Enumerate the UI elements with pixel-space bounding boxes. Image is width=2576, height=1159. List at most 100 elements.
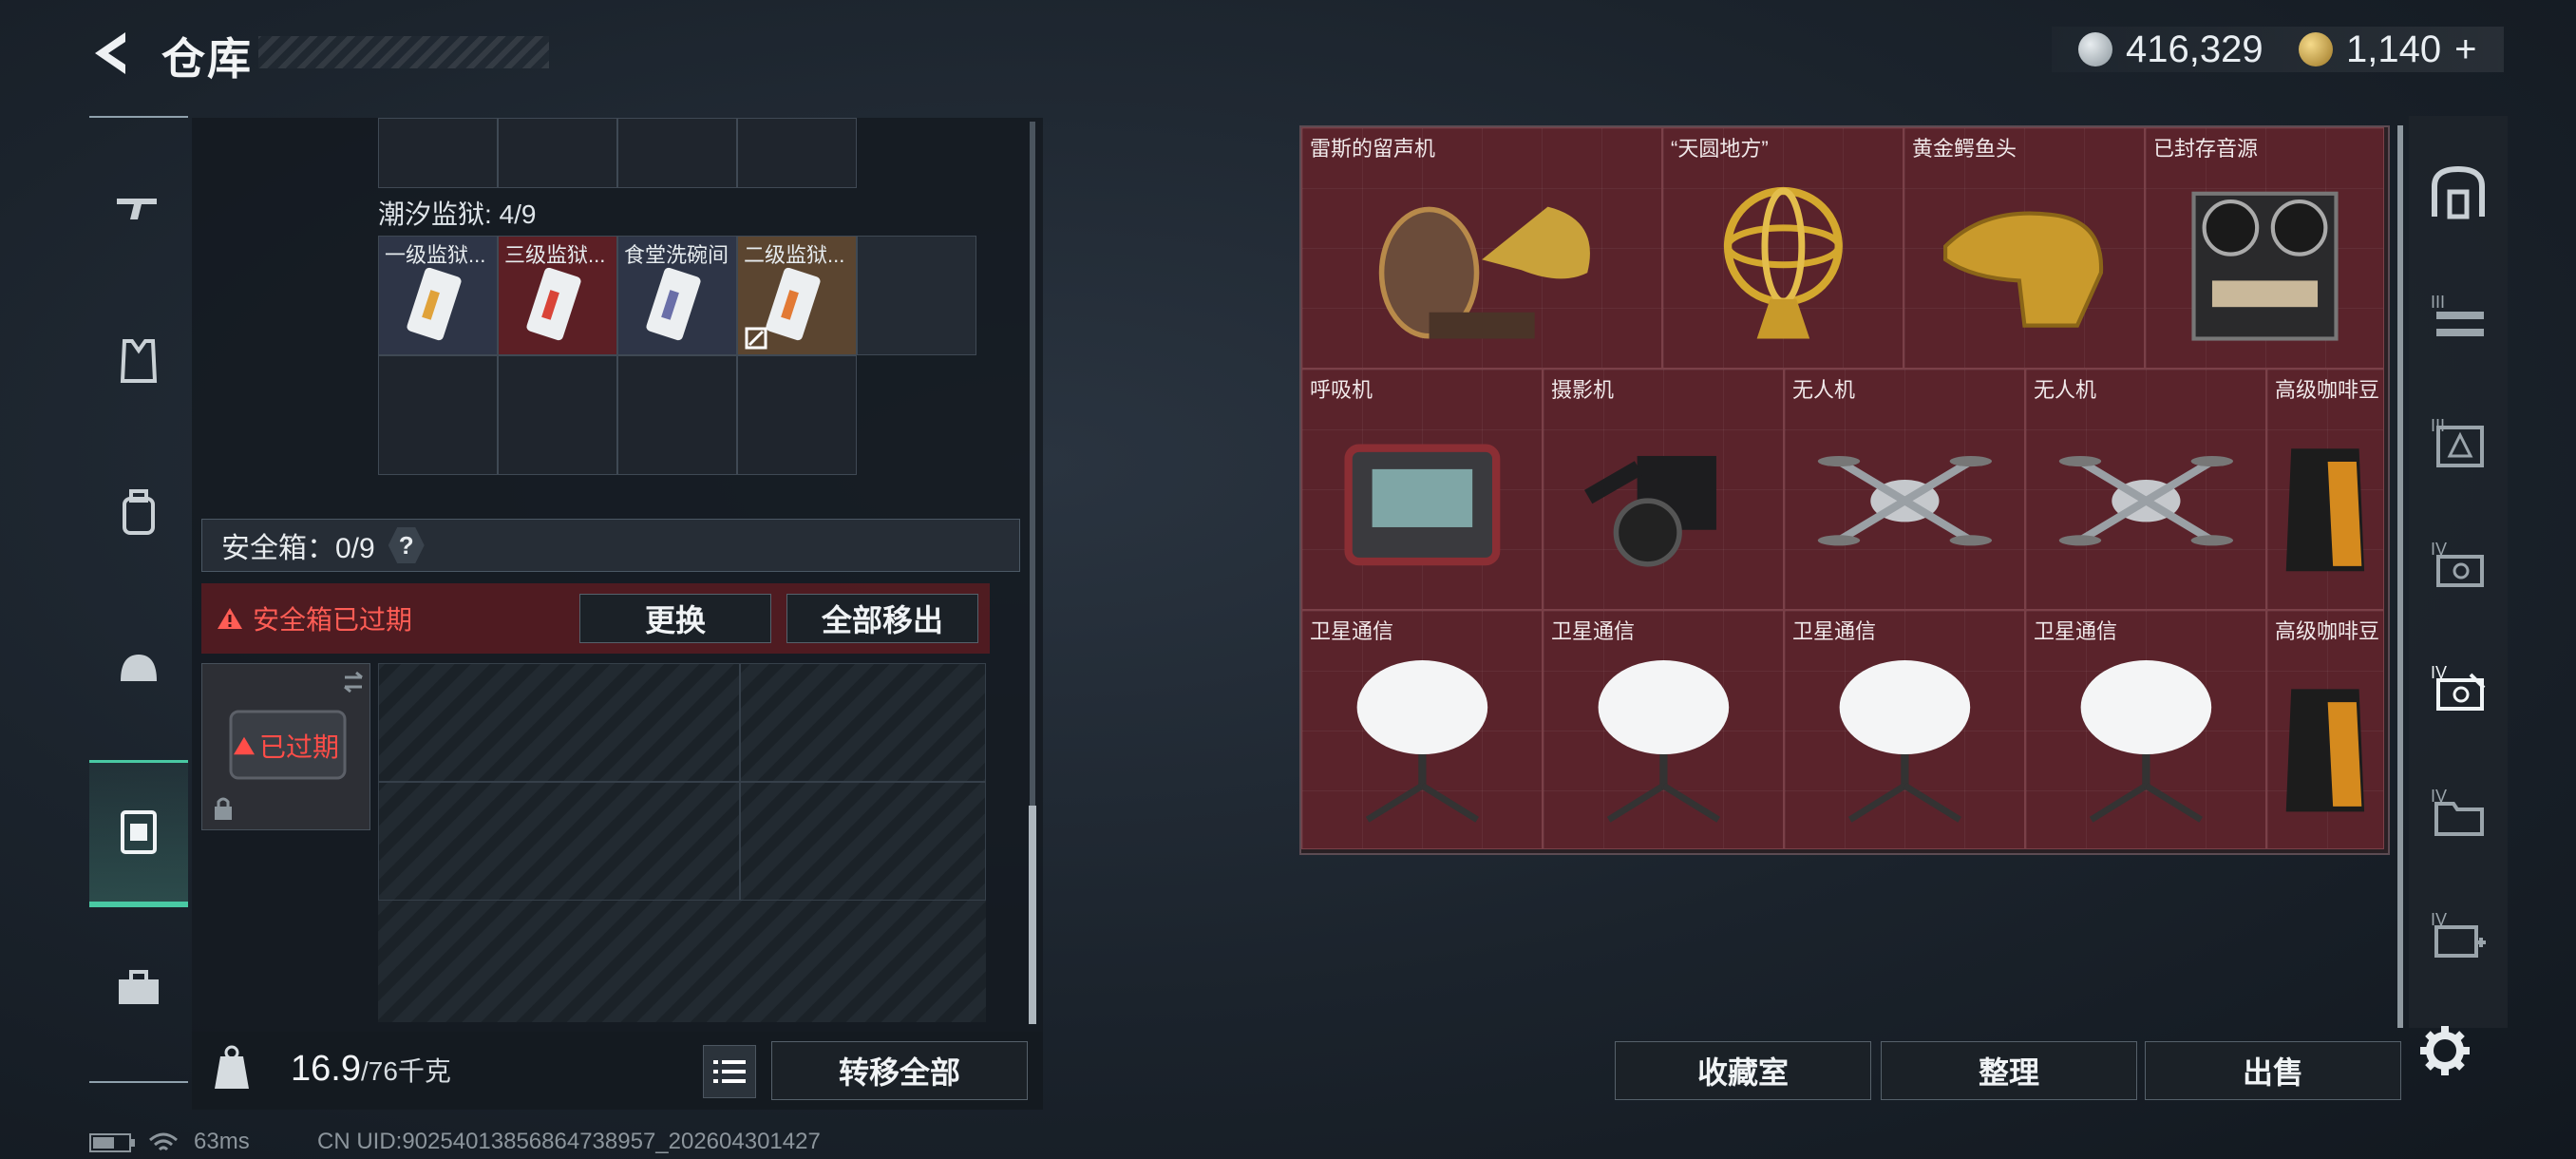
sidebar-item-safe-box[interactable] xyxy=(89,760,188,907)
satellite-dish-icon xyxy=(1598,659,1729,823)
tier-4-medkit-icon: IV xyxy=(2431,910,2486,958)
collection-item[interactable]: 高级咖啡豆 xyxy=(2266,610,2384,849)
satellite-art xyxy=(1302,639,1542,843)
transfer-all-button[interactable]: 转移全部 xyxy=(771,1041,1028,1100)
empty-slot[interactable] xyxy=(617,118,737,188)
gold-crocodile-head-icon xyxy=(1942,211,2103,328)
coffee-bag-icon xyxy=(2285,448,2365,572)
collection-item[interactable]: 已封存音源 xyxy=(2145,127,2384,369)
section-label-tidal-prison: 潮汐监狱: 4/9 xyxy=(378,200,537,229)
item-title: 二级监狱... xyxy=(744,243,845,267)
safe-box-icon xyxy=(121,810,157,854)
collection-item[interactable]: 卫星通信 xyxy=(1543,610,1784,849)
list-view-button[interactable] xyxy=(703,1045,756,1098)
ventilator-icon xyxy=(1344,444,1500,566)
backpack-icon xyxy=(123,489,155,535)
sell-button[interactable]: 出售 xyxy=(2145,1041,2401,1100)
collection-item[interactable]: 雷斯的留声机 xyxy=(1301,127,1662,369)
rsidebar-item-tier3-warning[interactable]: III xyxy=(2409,378,2508,502)
safe-box-label: 安全箱：0/9 xyxy=(221,533,375,564)
right-scrollbar[interactable] xyxy=(2397,125,2403,1028)
item-slot[interactable]: 食堂洗碗间 xyxy=(617,236,737,355)
weight-current: 16.9 xyxy=(291,1049,361,1089)
empty-slot[interactable] xyxy=(737,355,857,475)
wifi-icon xyxy=(149,1132,178,1151)
gold-currency[interactable]: 1,140 + xyxy=(2299,23,2476,76)
gear-icon[interactable] xyxy=(2416,1022,2473,1079)
drone-icon xyxy=(1817,455,1992,546)
svg-text:III: III xyxy=(2431,293,2445,312)
helmet-icon xyxy=(121,655,157,681)
empty-slot[interactable] xyxy=(617,355,737,475)
safe-box-item[interactable]: 已过期 xyxy=(201,663,370,830)
satellite-art xyxy=(1785,639,2024,843)
rsidebar-item-tier4-folder[interactable]: IV xyxy=(2409,749,2508,872)
item-title: 一级监狱... xyxy=(385,243,486,267)
item-title: 食堂洗碗间 xyxy=(624,243,729,267)
coffee-art xyxy=(2267,398,2383,603)
help-icon[interactable]: ? xyxy=(388,527,425,563)
rsidebar-item-tier4-monitor[interactable]: IV xyxy=(2409,502,2508,625)
crocodile-art xyxy=(1904,157,2144,362)
left-scrollbar-thumb[interactable] xyxy=(1029,806,1036,1024)
collection-item[interactable]: “天圆地方” xyxy=(1662,127,1904,369)
collection-item[interactable]: 摄影机 xyxy=(1543,369,1784,610)
rsidebar-item-vault[interactable] xyxy=(2409,131,2508,255)
reel-to-reel-recorder-icon xyxy=(2190,191,2339,341)
collection-item[interactable]: 卫星通信 xyxy=(1301,610,1543,849)
safe-slot xyxy=(739,781,986,901)
satellite-art xyxy=(2026,639,2265,843)
collection-item[interactable]: 高级咖啡豆 xyxy=(2266,369,2384,610)
organize-button[interactable]: 整理 xyxy=(1881,1041,2137,1100)
item-slot[interactable]: 三级监狱... xyxy=(498,236,617,355)
replace-button[interactable]: 更换 xyxy=(579,594,771,643)
collection-room-button[interactable]: 收藏室 xyxy=(1615,1041,1871,1100)
collection-item[interactable]: 卫星通信 xyxy=(1784,610,2025,849)
sidebar-item-helmet[interactable] xyxy=(89,616,188,730)
empty-slot[interactable] xyxy=(498,355,617,475)
empty-slot[interactable] xyxy=(857,236,976,355)
add-currency-icon[interactable]: + xyxy=(2454,28,2476,71)
back-arrow-icon[interactable] xyxy=(84,25,141,82)
collection-item[interactable]: 无人机 xyxy=(2025,369,2266,610)
gramophone-art xyxy=(1302,157,1661,362)
safe-box-expired-bar: 安全箱已过期 更换 全部移出 xyxy=(201,583,990,654)
tier-4-monitor-icon: IV xyxy=(2431,540,2484,587)
rsidebar-item-tier4-medkit[interactable]: IV xyxy=(2409,872,2508,996)
lock-icon xyxy=(215,797,232,820)
toolbox-icon xyxy=(119,970,159,1004)
uid-text: CN UID:90254013856864738957_202604301427 xyxy=(317,1129,821,1154)
safe-slot xyxy=(378,781,741,901)
armor-vest-icon xyxy=(120,339,158,383)
empty-slot[interactable] xyxy=(498,118,617,188)
vault-door-icon xyxy=(2432,165,2485,219)
sidebar-item-toolbox[interactable] xyxy=(89,931,188,1045)
item-slot[interactable]: 一级监狱... xyxy=(378,236,498,355)
weight-kg-icon xyxy=(215,1045,249,1089)
film-camera-icon xyxy=(1583,455,1716,567)
title-stripe-decoration xyxy=(258,36,549,68)
collection-item[interactable]: 黄金鳄鱼头 xyxy=(1904,127,2145,369)
gramophone-icon xyxy=(1378,206,1590,339)
satellite-art xyxy=(1544,639,1783,843)
collection-item[interactable]: 呼吸机 xyxy=(1301,369,1543,610)
coffee-art xyxy=(2267,639,2383,843)
collection-grid: 雷斯的留声机 “天圆地方” 黄金鳄鱼头 已封存音源 呼吸机 摄影机 无人机 无人… xyxy=(1301,127,2384,849)
sidebar-item-armor[interactable] xyxy=(89,304,188,418)
empty-slot[interactable] xyxy=(378,118,498,188)
rsidebar-item-tier4-tools[interactable]: IV xyxy=(2409,625,2508,749)
empty-slot[interactable] xyxy=(737,118,857,188)
collection-item[interactable]: 无人机 xyxy=(1784,369,2025,610)
safe-slot xyxy=(739,663,986,783)
armillary-art xyxy=(1663,157,1903,362)
rsidebar-item-tier3-shelf[interactable]: III xyxy=(2409,255,2508,378)
sidebar-item-weapons[interactable] xyxy=(89,150,188,264)
expired-warning: 安全箱已过期 xyxy=(217,599,412,637)
empty-slot[interactable] xyxy=(378,355,498,475)
item-slot[interactable]: 二级监狱... xyxy=(737,236,857,355)
remove-all-button[interactable]: 全部移出 xyxy=(786,594,978,643)
silver-currency: 416,329 xyxy=(2078,23,2263,76)
sidebar-item-backpack[interactable] xyxy=(89,456,188,570)
keycard-icon xyxy=(407,267,462,341)
collection-item[interactable]: 卫星通信 xyxy=(2025,610,2266,849)
